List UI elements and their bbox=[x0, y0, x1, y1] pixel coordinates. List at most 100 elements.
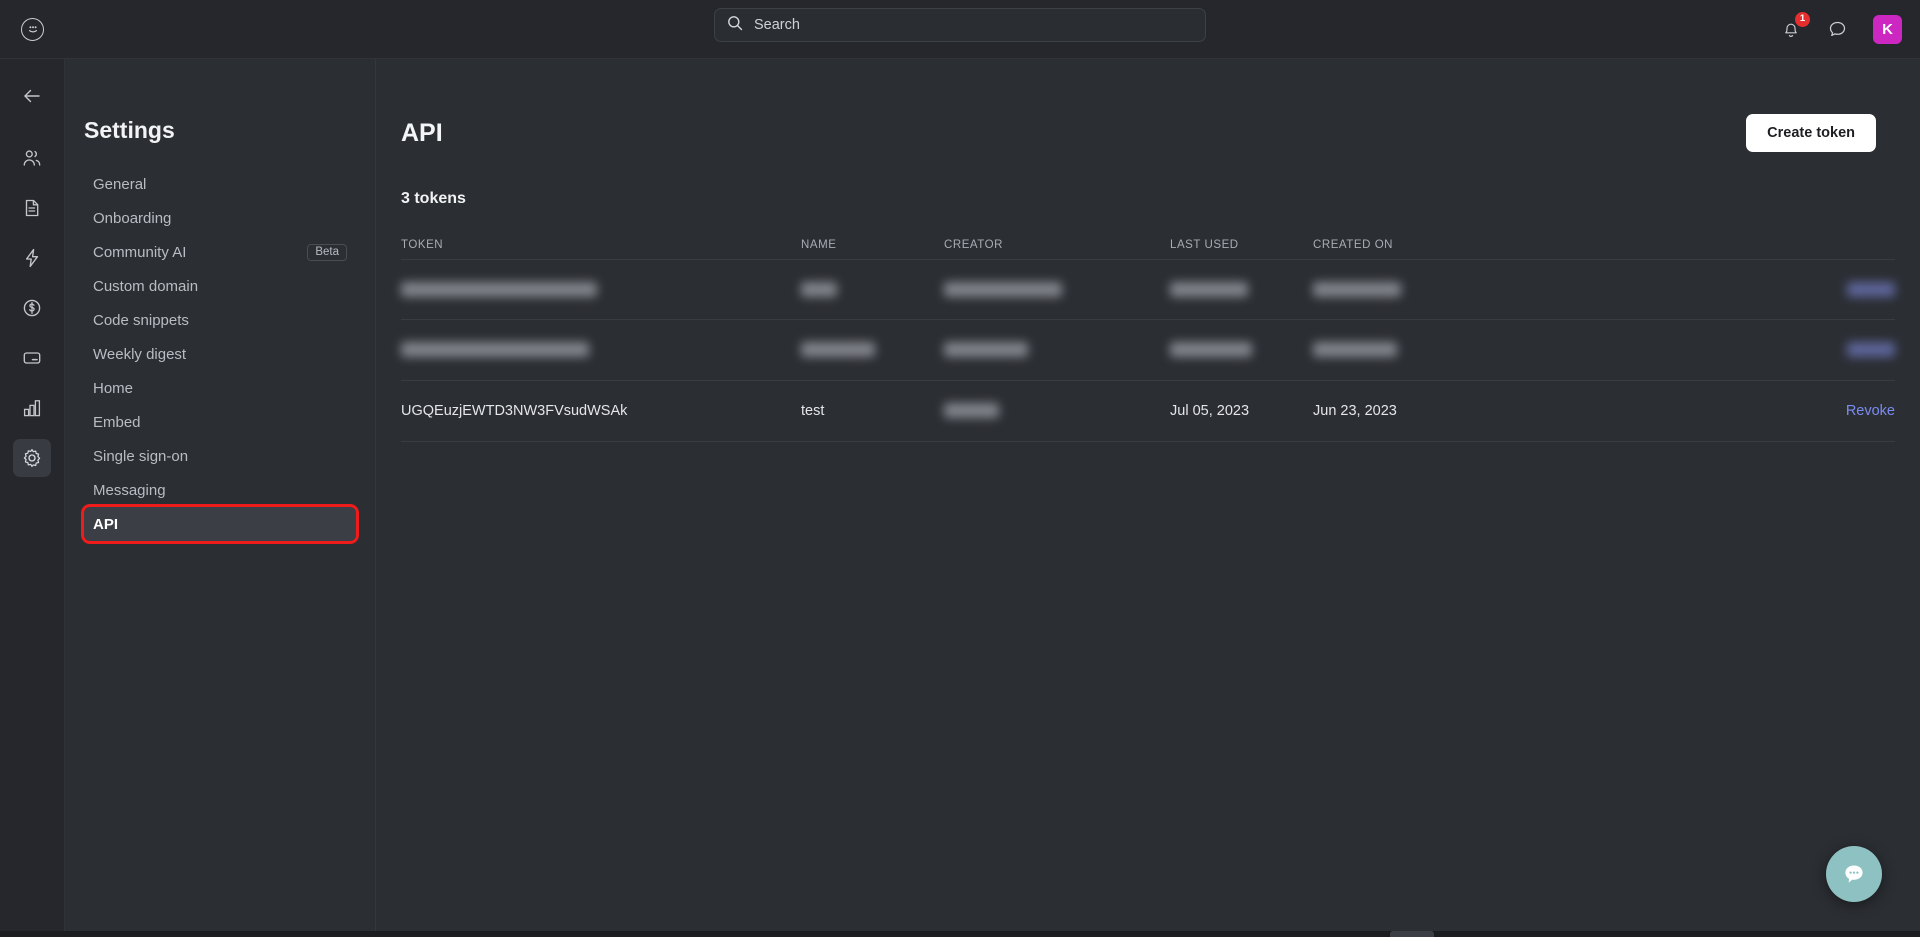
settings-nav-item-home[interactable]: Home bbox=[84, 371, 356, 405]
chat-dots-icon bbox=[1845, 865, 1863, 883]
settings-nav-item-label: Messaging bbox=[93, 481, 166, 499]
search-input[interactable] bbox=[754, 17, 1193, 33]
redacted-value bbox=[801, 281, 837, 297]
settings-nav-item-onboarding[interactable]: Onboarding bbox=[84, 201, 356, 235]
settings-nav-item-label: Code snippets bbox=[93, 311, 189, 329]
main-content: API Create token 3 tokens TOKEN NAME CREAT… bbox=[376, 59, 1920, 937]
revoke-link[interactable]: Revoke bbox=[1846, 403, 1895, 419]
cell-name bbox=[801, 281, 944, 298]
credit-card-icon bbox=[23, 352, 41, 364]
table-row bbox=[401, 320, 1895, 381]
redacted-value bbox=[944, 342, 1028, 357]
search-icon bbox=[727, 15, 743, 36]
settings-nav-item-label: Onboarding bbox=[93, 209, 172, 227]
top-bar: 1 K bbox=[0, 0, 1920, 59]
cell-creator bbox=[944, 281, 1170, 298]
chat-bubble-icon bbox=[1829, 21, 1845, 37]
smiley-face-icon bbox=[21, 17, 44, 41]
beta-badge: Beta bbox=[307, 243, 347, 261]
settings-nav-item-messaging[interactable]: Messaging bbox=[84, 473, 356, 507]
column-header-creator: CREATOR bbox=[944, 239, 1004, 251]
redacted-value bbox=[401, 342, 589, 357]
table-row bbox=[401, 259, 1895, 320]
app-logo[interactable] bbox=[0, 0, 65, 59]
settings-nav-item-label: Custom domain bbox=[93, 277, 199, 295]
settings-nav-item-general[interactable]: General bbox=[84, 167, 356, 201]
rail-item-posts[interactable] bbox=[13, 189, 51, 227]
cell-created_on bbox=[1313, 342, 1791, 358]
rail-item-billing[interactable] bbox=[13, 339, 51, 377]
settings-title: Settings bbox=[84, 117, 175, 143]
table-body: UGQEuzjEWTD3NW3FVsudWSAk test Jul 05, 202… bbox=[401, 259, 1895, 442]
page-title: API bbox=[401, 118, 443, 147]
cell-creator bbox=[944, 403, 1170, 419]
cell-token: UGQEuzjEWTD3NW3FVsudWSAk bbox=[401, 403, 801, 419]
body: Settings General Onboarding Community AI Be… bbox=[0, 59, 1920, 937]
redacted-value bbox=[1313, 342, 1397, 357]
messages-button[interactable] bbox=[1825, 18, 1849, 42]
search-box[interactable] bbox=[714, 8, 1206, 42]
bottom-handle bbox=[1390, 931, 1434, 937]
settings-panel: Settings General Onboarding Community AI Be… bbox=[65, 59, 376, 937]
cell-name: test bbox=[801, 403, 944, 419]
redacted-value bbox=[401, 281, 597, 297]
cell-action[interactable] bbox=[1791, 281, 1895, 298]
redacted-value bbox=[1313, 281, 1401, 297]
settings-nav-item-label: Embed bbox=[93, 413, 141, 431]
cell-creator bbox=[944, 342, 1170, 358]
column-header-last_used: LAST USED bbox=[1170, 239, 1239, 251]
cell-value: Jul 05, 2023 bbox=[1170, 403, 1250, 419]
cell-last_used: Jul 05, 2023 bbox=[1170, 403, 1313, 419]
settings-nav-item-embed[interactable]: Embed bbox=[84, 405, 356, 439]
document-icon bbox=[25, 199, 39, 217]
icon-rail bbox=[0, 59, 65, 937]
cell-action[interactable] bbox=[1791, 342, 1895, 358]
notifications-button[interactable]: 1 bbox=[1779, 11, 1810, 42]
redacted-value[interactable] bbox=[1847, 281, 1895, 297]
redacted-value bbox=[944, 281, 1062, 297]
rail-item-back[interactable] bbox=[13, 77, 51, 115]
chat-widget-button[interactable] bbox=[1826, 846, 1882, 902]
create-token-button[interactable]: Create token bbox=[1746, 114, 1876, 152]
redacted-value[interactable] bbox=[1847, 342, 1895, 357]
column-header-name: NAME bbox=[801, 239, 837, 251]
settings-nav-item-custom-domain[interactable]: Custom domain bbox=[84, 269, 356, 303]
column-header-token: TOKEN bbox=[401, 239, 444, 251]
cell-created_on: Jun 23, 2023 bbox=[1313, 403, 1791, 419]
redacted-value bbox=[944, 403, 999, 418]
settings-nav-item-label: API bbox=[93, 515, 119, 533]
cell-created_on bbox=[1313, 281, 1791, 298]
redacted-value bbox=[1170, 342, 1252, 357]
settings-nav-item-single-sign-on[interactable]: Single sign-on bbox=[84, 439, 356, 473]
settings-nav-item-code-snippets[interactable]: Code snippets bbox=[84, 303, 356, 337]
settings-nav: General Onboarding Community AI Beta Custom … bbox=[65, 167, 375, 544]
top-bar-actions: 1 K bbox=[1779, 0, 1902, 59]
lightning-bolt-icon bbox=[25, 248, 39, 268]
tokens-count-label: 3 tokens bbox=[401, 190, 466, 207]
settings-nav-item-label: Weekly digest bbox=[93, 345, 187, 363]
settings-nav-item-weekly-digest[interactable]: Weekly digest bbox=[84, 337, 356, 371]
main-header: API Create token bbox=[376, 59, 1920, 152]
search-container bbox=[714, 8, 1206, 42]
rail-item-analytics[interactable] bbox=[13, 389, 51, 427]
rail-item-settings[interactable] bbox=[13, 439, 51, 477]
redacted-value bbox=[801, 342, 875, 357]
rail-item-payments[interactable] bbox=[13, 289, 51, 327]
table-row: UGQEuzjEWTD3NW3FVsudWSAk test Jul 05, 202… bbox=[401, 381, 1895, 442]
dollar-circle-icon bbox=[23, 299, 41, 317]
avatar[interactable]: K bbox=[1873, 15, 1902, 44]
settings-nav-item-api[interactable]: API bbox=[81, 504, 359, 544]
rail-item-members[interactable] bbox=[13, 139, 51, 177]
rail-item-automations[interactable] bbox=[13, 239, 51, 277]
table-header-row: TOKEN NAME CREATOR LAST USED CREATED ON bbox=[401, 231, 1895, 259]
cell-value: test bbox=[801, 403, 825, 419]
gear-icon bbox=[23, 449, 41, 467]
cell-token bbox=[401, 281, 801, 298]
cell-value: Jun 23, 2023 bbox=[1313, 403, 1397, 419]
settings-nav-item-label: General bbox=[93, 175, 147, 193]
cell-name bbox=[801, 342, 944, 358]
people-icon bbox=[23, 150, 41, 166]
settings-nav-item-label: Home bbox=[93, 379, 134, 397]
settings-nav-item-community-ai[interactable]: Community AI Beta bbox=[84, 235, 356, 269]
cell-action[interactable]: Revoke bbox=[1791, 403, 1895, 419]
